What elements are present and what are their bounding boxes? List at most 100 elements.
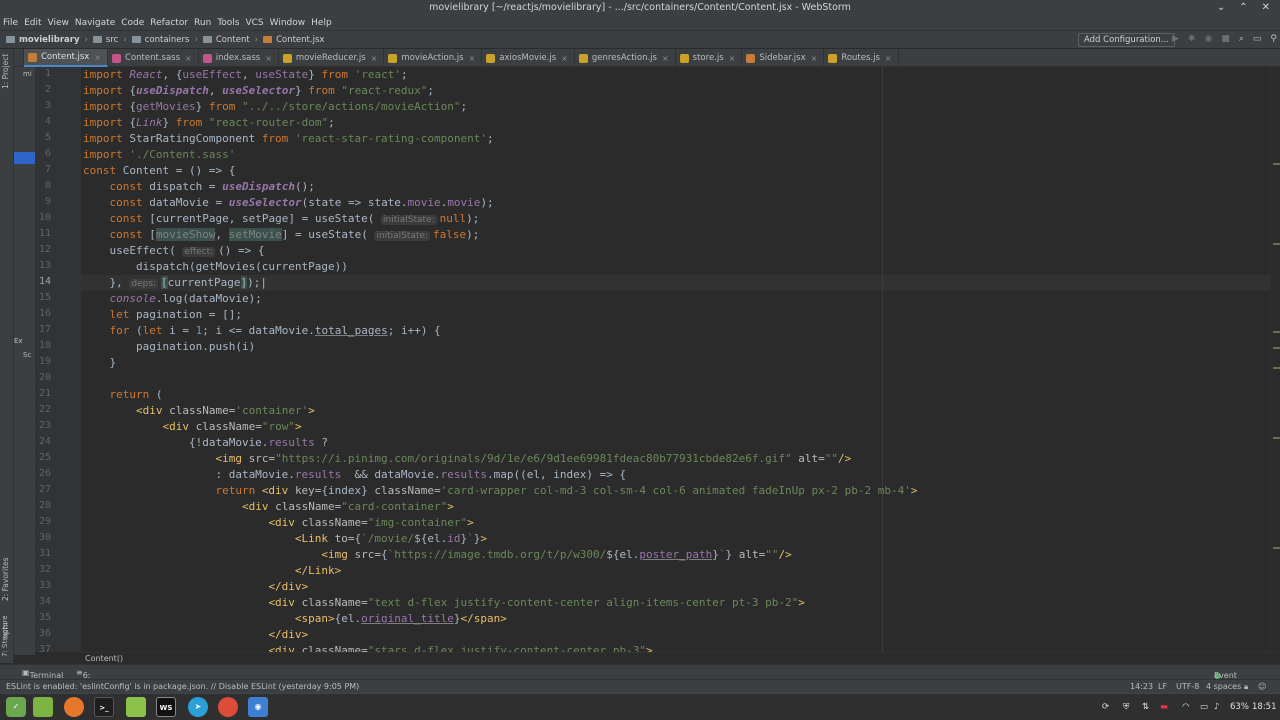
breadcrumb-src[interactable]: src (106, 35, 118, 45)
code-editor[interactable]: import React, {useEffect, useState} from… (81, 67, 1270, 652)
code-line-11: const [movieShow, setMovie] = useState( … (109, 228, 480, 241)
breadcrumb-file[interactable]: Content.jsx (276, 35, 324, 45)
code-line-24: {!dataMovie.results ? (83, 436, 329, 449)
update-icon[interactable]: ⟳ (1102, 694, 1109, 720)
tab-genresaction-js[interactable]: genresAction.js × (575, 49, 676, 67)
close-tab-icon[interactable]: × (469, 54, 476, 63)
folder-icon (131, 36, 141, 43)
breadcrumb-project[interactable]: movielibrary (19, 35, 80, 45)
tab-store-js[interactable]: store.js × (676, 49, 743, 67)
line-separator[interactable]: LF (1158, 680, 1167, 693)
firefox-icon[interactable] (64, 697, 84, 717)
lock-icon[interactable]: 🔒︎ (1244, 680, 1248, 693)
tab-label: Sidebar.jsx (759, 53, 806, 63)
tab-content-jsx[interactable]: Content.jsx × (24, 49, 109, 67)
search-icon[interactable]: ⚲ (1270, 34, 1277, 44)
menu-run[interactable]: Run (194, 16, 211, 30)
line-number: 31 (38, 548, 51, 559)
menu-window[interactable]: Window (270, 16, 306, 30)
code-line-27: return <div key={index} className='card-… (215, 484, 918, 497)
warning-mark[interactable] (1273, 331, 1280, 333)
add-configuration-button[interactable]: Add Configuration... (1078, 33, 1175, 47)
menu-navigate[interactable]: Navigate (75, 16, 115, 30)
search-everywhere-icon[interactable]: ⌕ (1239, 34, 1244, 44)
project-view-toggle[interactable] (14, 49, 24, 67)
tab-axiosmovie-js[interactable]: axiosMovie.js × (482, 49, 575, 67)
keyboard-layout-icon[interactable]: ▬ (1160, 694, 1168, 720)
menu-view[interactable]: View (48, 16, 69, 30)
close-tab-icon[interactable]: × (561, 54, 568, 63)
close-icon[interactable]: ✕ (1262, 0, 1270, 16)
close-tab-icon[interactable]: × (885, 54, 892, 63)
project-tool-tab[interactable]: 1: Project (1, 54, 10, 89)
network-icon[interactable]: ⇅ (1142, 694, 1149, 720)
menu-edit[interactable]: Edit (24, 16, 41, 30)
warning-mark[interactable] (1273, 163, 1280, 165)
menu-refactor[interactable]: Refactor (150, 16, 188, 30)
project-tree-node[interactable]: Ex (14, 337, 23, 345)
file-encoding[interactable]: UTF-8 (1176, 680, 1199, 693)
minimize-icon[interactable]: ⌄ (1217, 0, 1225, 16)
indent-setting[interactable]: 4 spaces (1206, 680, 1241, 693)
chrome-icon[interactable] (218, 697, 238, 717)
menu-file[interactable]: File (3, 16, 18, 30)
tab-moviereducer-js[interactable]: movieReducer.js × (279, 49, 385, 67)
coverage-icon[interactable]: ◉ (1204, 34, 1212, 44)
debug-icon[interactable]: ✱ (1188, 34, 1196, 44)
webstorm-icon[interactable]: WS (156, 697, 176, 717)
caret-position[interactable]: 14:23 (1130, 680, 1153, 693)
shield-icon[interactable]: ⛨ (1123, 694, 1129, 720)
files-icon[interactable] (126, 697, 146, 717)
breadcrumb-content[interactable]: Content (216, 35, 250, 45)
favorites-tool-tab[interactable]: 2: Favorites (1, 557, 10, 601)
clipboard-icon[interactable]: ▭ (1200, 694, 1208, 720)
run-icon[interactable]: ▶ (1172, 34, 1179, 44)
error-stripe[interactable] (1270, 67, 1280, 655)
inspector-icon[interactable]: ☺ (1258, 680, 1266, 693)
show-desktop-icon[interactable] (33, 697, 53, 717)
breadcrumb: movielibrary › src › containers › Content ›… (6, 35, 324, 45)
maximize-icon[interactable]: ⌃ (1239, 0, 1247, 16)
status-message[interactable]: ESLint is enabled: 'eslintConfig' is in … (6, 680, 359, 693)
close-tab-icon[interactable]: × (662, 54, 669, 63)
tab-index-sass[interactable]: index.sass × (199, 49, 279, 67)
terminal-tool-tab[interactable]: ▣ Terminal (22, 668, 63, 680)
menu-code[interactable]: Code (121, 16, 144, 30)
todo-tool-tab[interactable]: ≡ 6: TODO (76, 668, 106, 689)
clock[interactable]: 18:51 (1252, 694, 1277, 720)
close-tab-icon[interactable]: × (94, 53, 101, 62)
close-tab-icon[interactable]: × (811, 54, 818, 63)
menu-vcs[interactable]: VCS (245, 16, 263, 30)
tab-sidebar-jsx[interactable]: Sidebar.jsx × (742, 49, 825, 67)
screenshot-icon[interactable]: ◉ (248, 697, 268, 717)
layout-icon[interactable]: ▭ (1253, 34, 1262, 44)
tab-label: movieReducer.js (295, 53, 366, 63)
stop-icon[interactable]: ■ (1221, 34, 1230, 44)
warning-mark[interactable] (1273, 367, 1280, 369)
tab-content-sass[interactable]: Content.sass × (108, 49, 199, 67)
tab-movieaction-js[interactable]: movieAction.js × (384, 49, 483, 67)
warning-mark[interactable] (1273, 437, 1280, 439)
close-tab-icon[interactable]: × (185, 54, 192, 63)
telegram-icon[interactable]: ➤ (188, 697, 208, 717)
tab-label: Routes.js (841, 53, 880, 63)
breadcrumb-containers[interactable]: containers (145, 35, 190, 45)
menu-tools[interactable]: Tools (217, 16, 239, 30)
terminal-icon[interactable]: >_ (94, 697, 114, 717)
battery-level[interactable]: 63% (1230, 694, 1249, 720)
line-number: 17 (38, 324, 51, 335)
close-tab-icon[interactable]: × (371, 54, 378, 63)
line-number: 37 (38, 644, 51, 655)
code-breadcrumb-item[interactable]: Content() (85, 654, 123, 663)
warning-mark[interactable] (1273, 347, 1280, 349)
menu-help[interactable]: Help (311, 16, 332, 30)
mint-menu-icon[interactable]: ✓ (6, 697, 26, 717)
close-tab-icon[interactable]: × (729, 54, 736, 63)
close-tab-icon[interactable]: × (265, 54, 272, 63)
warning-mark[interactable] (1273, 547, 1280, 549)
tab-routes-js[interactable]: Routes.js × (824, 49, 899, 67)
volume-icon[interactable]: ♪ (1214, 694, 1219, 720)
structure-tool-tab[interactable]: 7: Structure (1, 615, 9, 657)
wifi-icon[interactable]: ◠ (1182, 694, 1189, 720)
warning-mark[interactable] (1273, 243, 1280, 245)
